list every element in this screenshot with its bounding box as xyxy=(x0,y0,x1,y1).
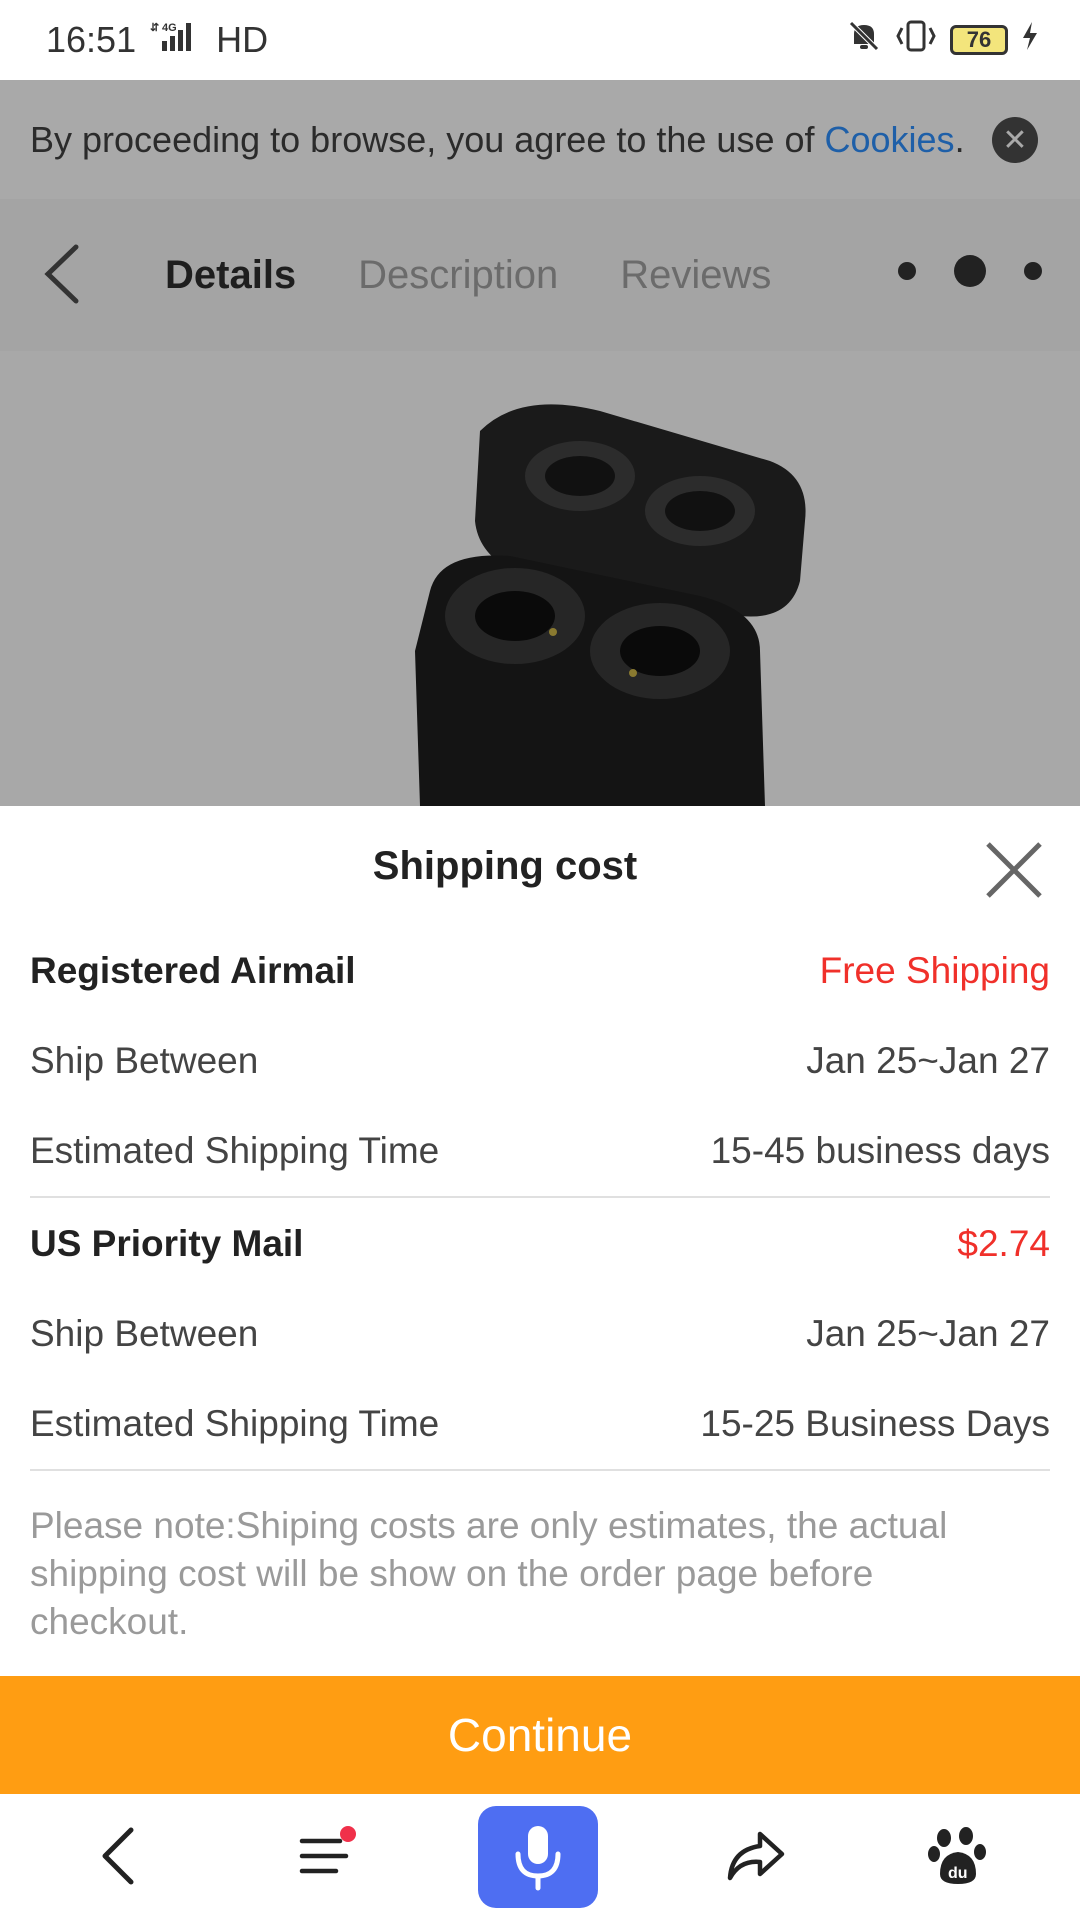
status-right: 76 xyxy=(846,18,1040,63)
svg-text:⇵: ⇵ xyxy=(150,22,159,34)
dot-small xyxy=(1024,262,1042,280)
tab-reviews[interactable]: Reviews xyxy=(620,253,771,298)
cookie-message: By proceeding to browse, you agree to th… xyxy=(30,118,825,160)
screen: 16:51 ⇵ 4G HD 76 By proceeding to browse… xyxy=(0,0,1080,1920)
shipping-cost-sheet: Shipping cost Registered Airmail Free Sh… xyxy=(0,806,1080,1676)
dot-small xyxy=(898,262,916,280)
status-left: 16:51 ⇵ 4G HD xyxy=(46,19,268,62)
product-image xyxy=(0,351,1080,806)
ship-between-row: Ship Between Jan 25~Jan 27 xyxy=(30,1040,1050,1082)
cookie-suffix: . xyxy=(954,118,965,160)
shipping-method-row[interactable]: Registered Airmail Free Shipping xyxy=(30,950,1050,992)
baidu-home-button[interactable]: du xyxy=(918,1816,998,1896)
estimated-time-value: 15-45 business days xyxy=(710,1130,1050,1171)
sheet-close-button[interactable] xyxy=(984,840,1044,900)
tab-details[interactable]: Details xyxy=(165,253,296,298)
voice-search-button[interactable] xyxy=(478,1806,598,1908)
back-button[interactable] xyxy=(36,239,96,309)
earbuds-case-image xyxy=(415,404,806,806)
tab-description[interactable]: Description xyxy=(358,253,558,298)
method-name: US Priority Mail xyxy=(30,1223,304,1264)
status-time: 16:51 xyxy=(46,19,137,60)
shipping-note: Please note:Shiping costs are only estim… xyxy=(30,1505,948,1642)
mute-icon xyxy=(846,18,882,63)
method-price: Free Shipping xyxy=(819,950,1050,991)
baidu-paw-icon: du xyxy=(928,1827,986,1884)
share-icon xyxy=(727,1831,785,1881)
browser-toolbar: du xyxy=(0,1794,1080,1920)
divider xyxy=(30,1469,1050,1471)
cookies-link[interactable]: Cookies xyxy=(825,119,955,160)
svg-text:du: du xyxy=(948,1865,968,1882)
ship-between-label: Ship Between xyxy=(30,1313,259,1354)
sheet-title: Shipping cost xyxy=(372,844,638,888)
cookie-banner: By proceeding to browse, you agree to th… xyxy=(0,80,1080,199)
charging-icon xyxy=(1020,19,1040,61)
estimated-time-row: Estimated Shipping Time 15-45 business d… xyxy=(30,1130,1050,1172)
battery-icon: 76 xyxy=(950,25,1008,55)
continue-button[interactable]: Continue xyxy=(0,1676,1080,1794)
ship-between-row: Ship Between Jan 25~Jan 27 xyxy=(30,1313,1050,1355)
ship-between-value: Jan 25~Jan 27 xyxy=(806,1040,1050,1081)
status-bar: 16:51 ⇵ 4G HD 76 xyxy=(0,0,1080,80)
dot-large xyxy=(954,255,986,287)
estimated-time-value: 15-25 Business Days xyxy=(700,1403,1050,1444)
microphone-icon xyxy=(515,1826,561,1891)
hd-label: HD xyxy=(216,19,269,60)
vibrate-icon xyxy=(894,18,938,63)
menu-button[interactable] xyxy=(284,1816,364,1896)
cookie-close-button[interactable]: ✕ xyxy=(992,117,1038,163)
divider xyxy=(30,1196,1050,1198)
shipping-method-row[interactable]: US Priority Mail $2.74 xyxy=(30,1223,1050,1265)
ship-between-value: Jan 25~Jan 27 xyxy=(806,1313,1050,1354)
estimated-time-row: Estimated Shipping Time 15-25 Business D… xyxy=(30,1403,1050,1445)
estimated-time-label: Estimated Shipping Time xyxy=(30,1130,440,1171)
chevron-left-icon xyxy=(102,1827,134,1885)
tab-bar: Details Description Reviews xyxy=(165,199,771,351)
method-name: Registered Airmail xyxy=(30,950,356,991)
method-price: $2.74 xyxy=(957,1223,1050,1264)
notification-badge xyxy=(340,1826,356,1842)
ship-between-label: Ship Between xyxy=(30,1040,259,1081)
close-icon xyxy=(986,842,1042,898)
cookie-text: By proceeding to browse, you agree to th… xyxy=(30,119,965,161)
network-label: 4G xyxy=(162,22,177,34)
estimated-time-label: Estimated Shipping Time xyxy=(30,1403,440,1444)
more-menu-button[interactable] xyxy=(898,255,1042,287)
signal-icon: ⇵ 4G xyxy=(148,19,204,62)
chevron-left-icon xyxy=(44,244,79,304)
share-button[interactable] xyxy=(716,1816,796,1896)
close-icon: ✕ xyxy=(1002,123,1028,157)
browser-back-button[interactable] xyxy=(80,1816,160,1896)
product-header: Details Description Reviews xyxy=(0,199,1080,351)
